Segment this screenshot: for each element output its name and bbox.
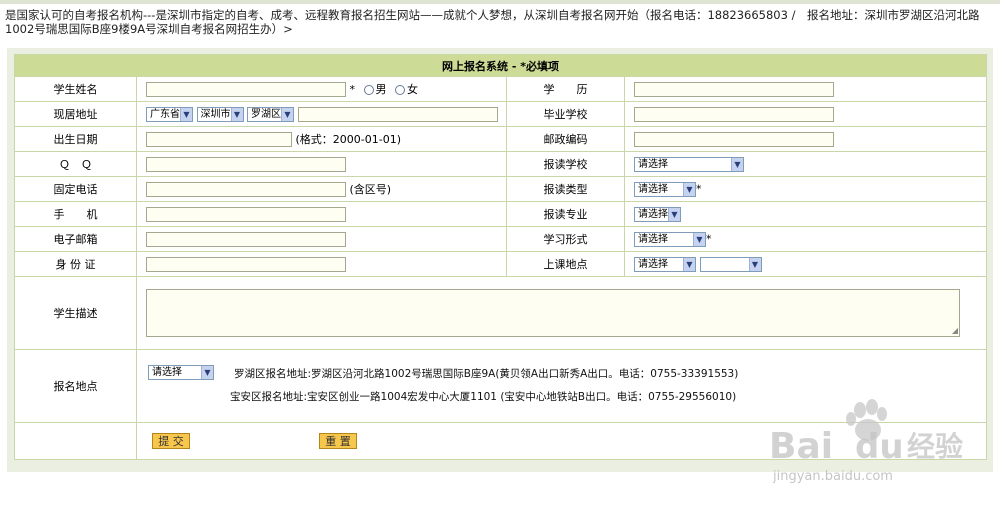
postcode-label: 邮政编码 (506, 126, 625, 152)
email-label: 电子邮箱 (14, 226, 137, 252)
city-value: 深圳市 (200, 108, 231, 120)
dropdown-arrow-icon: ▼ (693, 232, 705, 246)
birth-hint: (格式：2000-01-01) (295, 132, 402, 146)
dropdown-arrow-icon: ▼ (230, 107, 243, 121)
id-card-input[interactable] (146, 256, 346, 272)
school-label: 毕业学校 (506, 101, 625, 127)
class-location-select[interactable]: 请选择 ▼ (634, 256, 696, 272)
study-mode-value: 请选择 (638, 233, 668, 245)
student-name-label: 学生姓名 (14, 76, 137, 102)
watermark-brand: Bai (769, 426, 833, 467)
postcode-input[interactable] (634, 131, 834, 147)
address-label: 现居地址 (14, 101, 137, 127)
female-label: 女 (407, 82, 418, 96)
resize-grip-icon[interactable]: ◢ (952, 326, 958, 335)
province-value: 广东省 (150, 108, 180, 120)
apply-major-label: 报读专业 (506, 201, 625, 227)
apply-type-select[interactable]: 请选择 ▼ (634, 181, 696, 197)
intro-text: 是国家认可的自考报名机构---是深圳市指定的自考、成考、远程教育报名招生网站——… (5, 8, 980, 36)
birth-label: 出生日期 (14, 126, 137, 152)
apply-school-select[interactable]: 请选择 ▼ (634, 156, 744, 172)
paw-logo-icon: Bai du 经验 jingyan.baidu.com (769, 399, 963, 484)
province-select[interactable]: 广东省 ▼ (146, 106, 193, 122)
required-mark: * (696, 182, 702, 195)
phone-label: 固定电话 (14, 176, 137, 202)
district-value: 罗湖区 (251, 108, 281, 120)
phone-hint: (含区号) (349, 182, 392, 196)
luohu-address: 罗湖区报名地址:罗湖区沿河北路1002号瑞思国际B座9A(黄贝领A出口新秀A出口… (234, 368, 739, 380)
id-card-label: 身 份 证 (14, 251, 137, 277)
apply-major-select[interactable]: 请选择 ▼ (634, 206, 681, 222)
dropdown-arrow-icon: ▼ (180, 107, 192, 121)
dropdown-arrow-icon: ▼ (731, 157, 743, 171)
dropdown-arrow-icon: ▼ (683, 257, 695, 271)
class-location-select-2[interactable]: ▼ (699, 256, 762, 272)
top-strip (0, 0, 1000, 4)
qq-input[interactable] (146, 156, 346, 172)
education-label: 学 历 (506, 76, 625, 102)
required-mark: * (706, 232, 712, 245)
district-select[interactable]: 罗湖区 ▼ (247, 106, 294, 122)
submit-button[interactable]: 提 交 (152, 433, 190, 449)
blank-cell (14, 422, 137, 460)
description-label: 学生描述 (14, 276, 137, 350)
male-label: 男 (375, 82, 387, 96)
apply-type-value: 请选择 (638, 183, 668, 195)
study-mode-select[interactable]: 请选择 ▼ (634, 231, 706, 247)
watermark-brand2: 经验 (907, 430, 963, 463)
student-name-input[interactable] (146, 82, 346, 98)
birth-input[interactable] (146, 132, 292, 148)
class-location-value: 请选择 (638, 258, 668, 270)
apply-type-label: 报读类型 (506, 176, 625, 202)
class-location-label: 上课地点 (506, 251, 625, 277)
signup-location-value: 请选择 (152, 367, 182, 378)
study-mode-label: 学习形式 (506, 226, 625, 252)
dropdown-arrow-icon: ▼ (281, 107, 293, 121)
dropdown-arrow-icon: ▼ (683, 182, 695, 196)
apply-school-value: 请选择 (638, 158, 668, 170)
female-radio-icon[interactable] (395, 84, 405, 95)
signup-location-label: 报名地点 (14, 349, 137, 423)
education-input[interactable] (634, 81, 834, 97)
reset-button[interactable]: 重 置 (319, 433, 357, 449)
city-select[interactable]: 深圳市 ▼ (196, 106, 244, 122)
required-mark: * (349, 82, 356, 96)
email-input[interactable] (146, 231, 346, 247)
watermark-url: jingyan.baidu.com (772, 469, 893, 484)
phone-input[interactable] (146, 182, 346, 198)
qq-label: Ｑ Ｑ (14, 151, 137, 177)
description-textarea[interactable]: ◢ (146, 289, 960, 337)
school-input[interactable] (634, 106, 834, 122)
baoan-address: 宝安区报名地址:宝安区创业一路1004宏发中心大厦1101 (宝安中心地铁站B出… (230, 391, 737, 403)
address-input[interactable] (297, 106, 498, 122)
watermark-du: du (855, 427, 904, 467)
dropdown-arrow-icon: ▼ (201, 366, 213, 379)
signup-location-select[interactable]: 请选择 ▼ (148, 365, 214, 380)
baidu-watermark: Bai du 经验 jingyan.baidu.com (755, 398, 995, 508)
form-title: 网上报名系统 - *必填项 (13, 54, 988, 77)
mobile-label: 手 机 (14, 201, 137, 227)
apply-major-value: 请选择 (638, 208, 668, 220)
dropdown-arrow-icon: ▼ (748, 257, 761, 271)
mobile-input[interactable] (146, 206, 346, 222)
male-radio-icon[interactable] (363, 84, 374, 95)
apply-school-label: 报读学校 (506, 151, 625, 177)
dropdown-arrow-icon: ▼ (668, 207, 680, 221)
